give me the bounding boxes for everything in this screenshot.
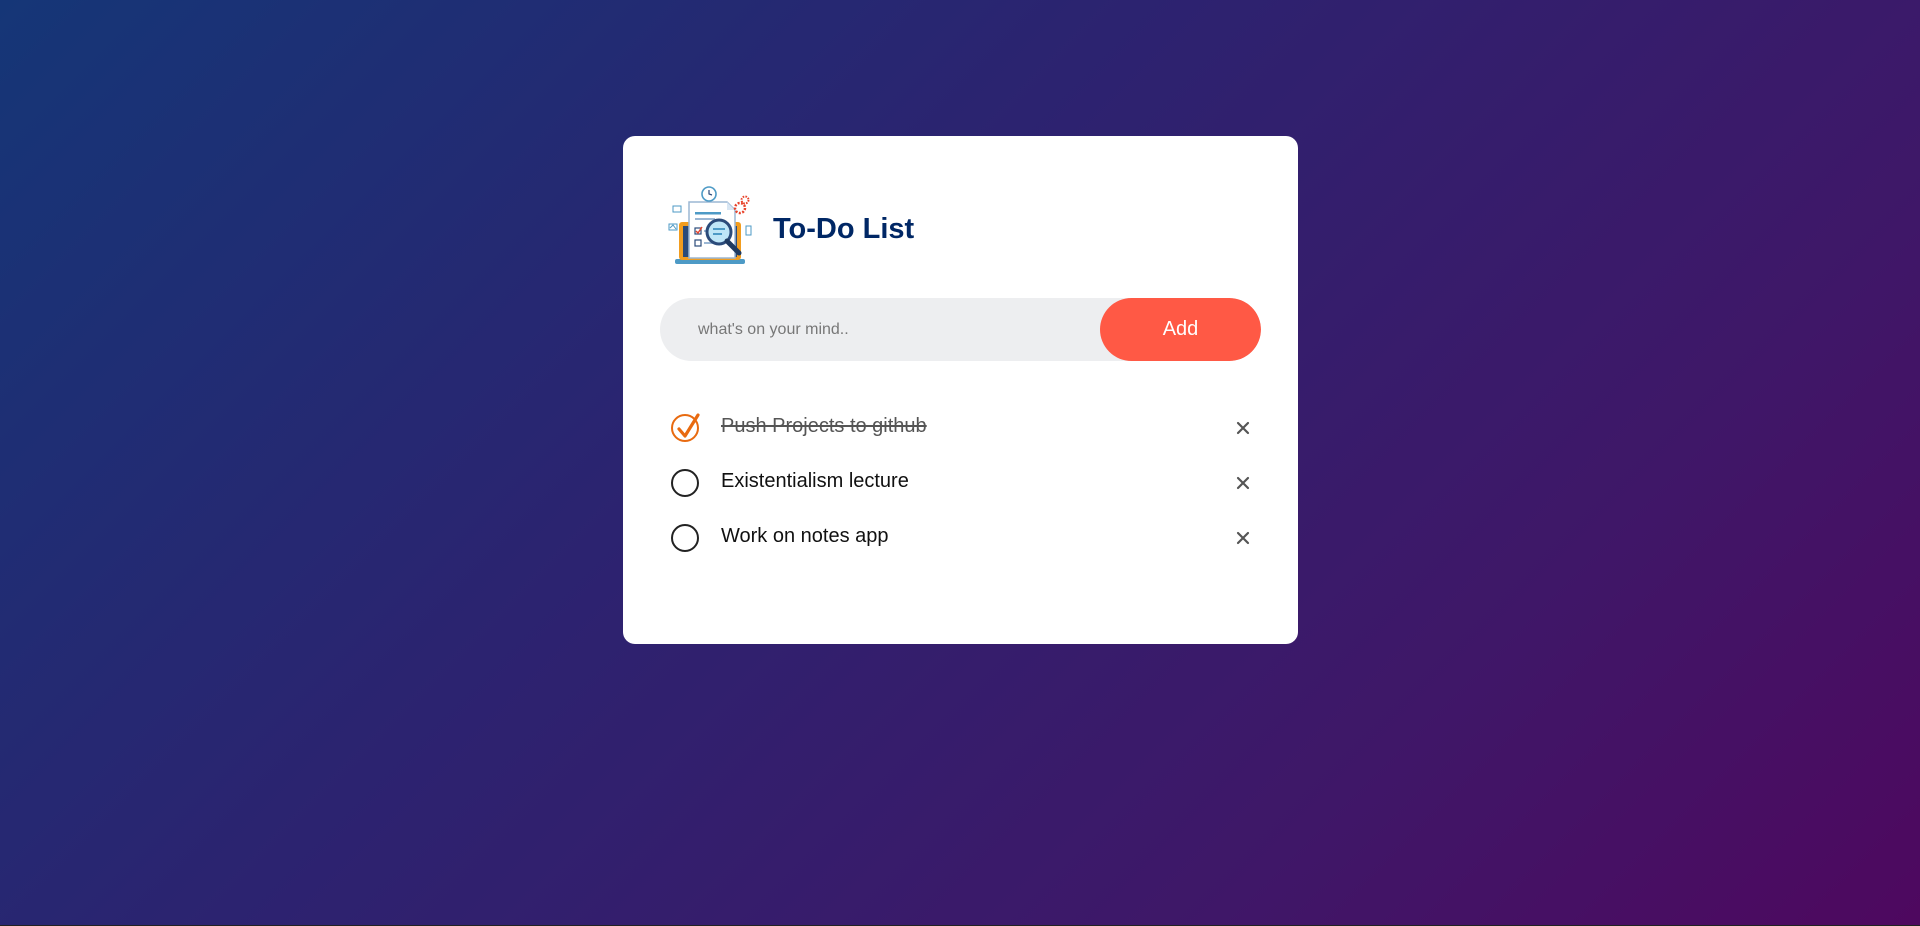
- close-icon[interactable]: [1231, 416, 1255, 440]
- task-item[interactable]: Existentialism lecture: [671, 457, 1261, 512]
- task-text: Work on notes app: [721, 525, 889, 547]
- close-icon[interactable]: [1231, 471, 1255, 495]
- task-input-row: Add: [660, 298, 1261, 361]
- close-icon[interactable]: [1231, 526, 1255, 550]
- todo-clipboard-magnifier-icon: [665, 186, 755, 272]
- checked-icon[interactable]: [671, 412, 700, 442]
- task-input[interactable]: [660, 298, 1100, 361]
- unchecked-circle-icon[interactable]: [671, 468, 699, 497]
- add-button[interactable]: Add: [1100, 298, 1261, 361]
- header: To-Do List: [665, 186, 914, 272]
- task-item[interactable]: Work on notes app: [671, 512, 1261, 567]
- task-item[interactable]: Push Projects to github: [671, 402, 1261, 457]
- page-title: To-Do List: [773, 212, 915, 245]
- task-list: Push Projects to github Existentialism l…: [671, 402, 1261, 567]
- task-text: Existentialism lecture: [721, 470, 909, 492]
- todo-card: To-Do List Add Push Projects to github E…: [623, 136, 1298, 644]
- unchecked-circle-icon[interactable]: [671, 523, 699, 552]
- task-text: Push Projects to github: [721, 415, 927, 437]
